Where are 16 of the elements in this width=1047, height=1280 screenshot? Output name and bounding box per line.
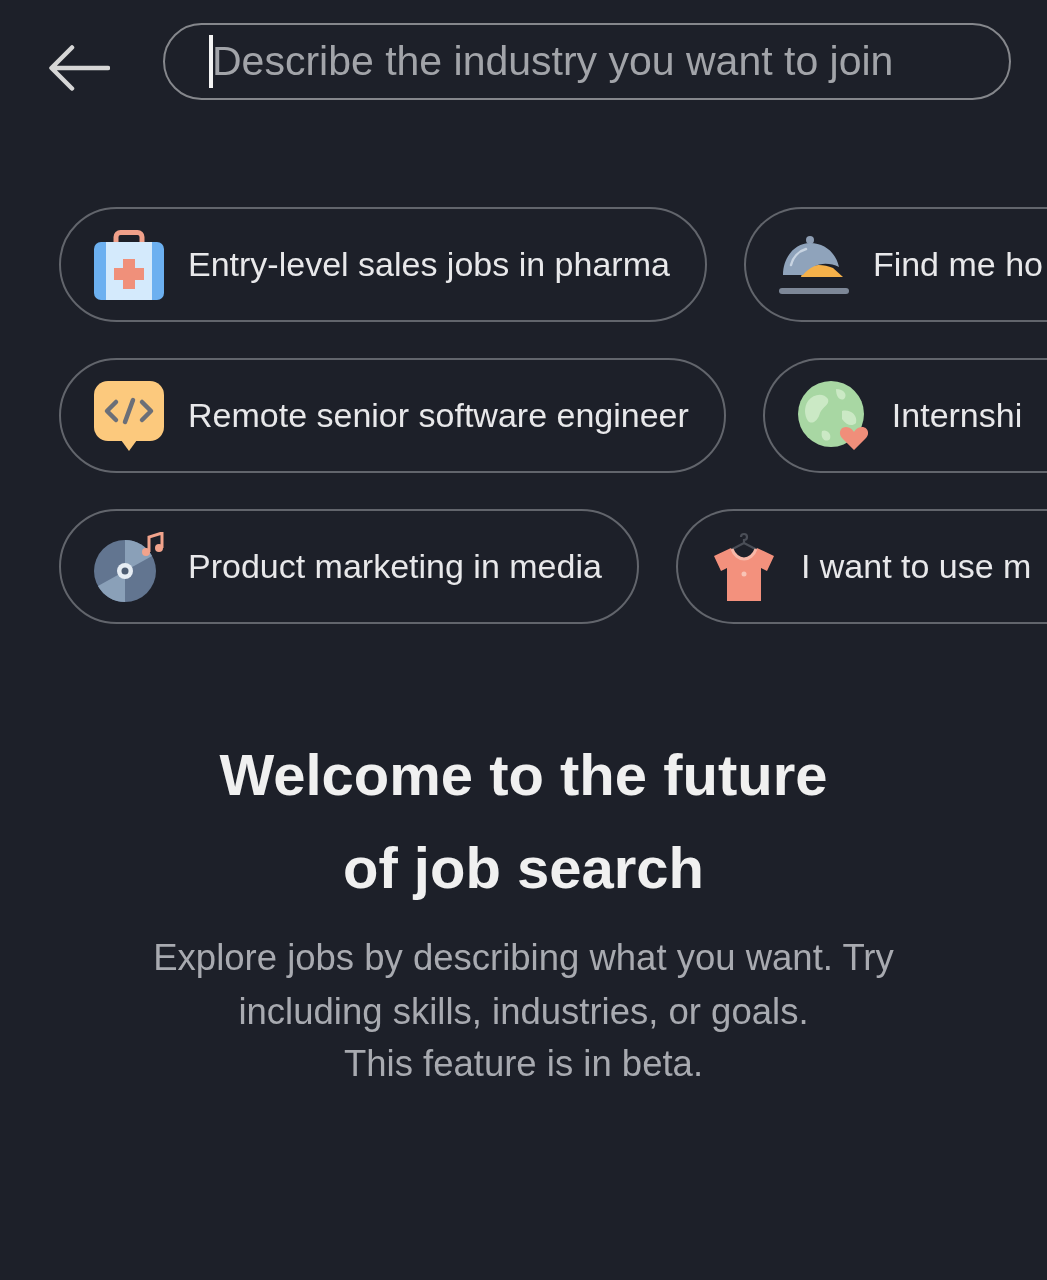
food-cloche-icon — [778, 234, 849, 295]
welcome-heading: Welcome to the future of job search — [218, 741, 829, 902]
suggestion-chip[interactable]: Remote senior software engineer — [59, 358, 726, 473]
code-bubble-icon — [94, 380, 164, 451]
beta-note: This feature is in beta. — [343, 1042, 704, 1086]
suggestion-chip[interactable]: Product marketing in media — [59, 509, 639, 624]
first-aid-kit-icon — [94, 229, 164, 300]
search-field[interactable]: Describe the industry you want to join — [163, 23, 1011, 100]
back-arrow-icon — [48, 45, 110, 91]
suggestion-chip[interactable]: I want to use m — [675, 509, 1047, 624]
intro-text: Explore jobs by describing what you want. Try including skills, industries, or goals. — [152, 936, 895, 1034]
music-disc-icon — [94, 531, 164, 602]
globe-heart-icon — [797, 380, 868, 451]
suggestion-chip[interactable]: Find me ho — [743, 207, 1047, 322]
suggestion-chip[interactable]: Entry-level sales jobs in pharma — [59, 207, 707, 322]
suggestion-chip[interactable]: Internshi — [762, 358, 1047, 473]
